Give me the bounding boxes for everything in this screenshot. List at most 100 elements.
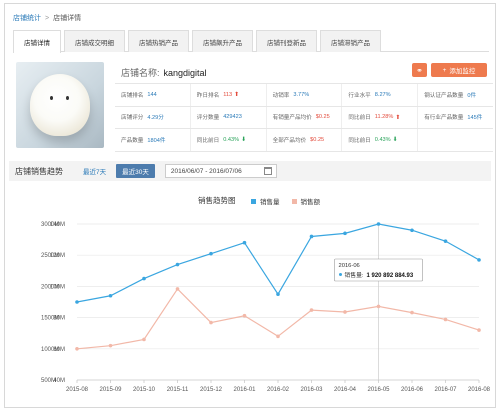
store-metrics-table: 店铺排名 144 昨日排名 113 ⬆ 动销率 3.77% 行业水平 8.27% 钢认证产品数量 0… <box>115 83 493 152</box>
tooltip-swatch <box>339 273 342 276</box>
metric-cell: 有销量产品均价 $0.25 <box>267 106 343 128</box>
x-tick-label: 2015-12 <box>200 387 223 393</box>
metric-cell: 店铺排名 144 <box>115 84 191 106</box>
point-quantity <box>108 293 113 298</box>
metric-label: 评分数量 <box>196 115 220 122</box>
calendar-icon[interactable] <box>263 167 272 175</box>
tab-new-listings[interactable]: 店铺刊登新品 <box>256 30 317 52</box>
point-quantity <box>276 292 280 296</box>
metric-value: $0.25 <box>310 136 325 143</box>
tab-store-transactions[interactable]: 店铺成交明细 <box>64 30 125 52</box>
metric-label: 店铺评分 <box>121 115 144 122</box>
x-tick-label: 2016-02 <box>267 387 290 393</box>
metric-label: 昨日排名 <box>196 92 220 99</box>
store-name: 店铺名称: kangdigital <box>121 66 207 79</box>
metric-label: 有销量产品均价 <box>272 115 312 122</box>
x-tick-label: 2016-03 <box>300 387 323 393</box>
window: 店铺统计 > 店铺详情 店铺详情 店铺成交明细 店铺热销产品 店铺飙升产品 店铺… <box>4 3 496 408</box>
series-line-amount <box>76 287 480 350</box>
x-tick-label: 2015-10 <box>133 387 156 393</box>
metric-cell: 产品数量 1804件 <box>115 129 191 151</box>
breadcrumb-root[interactable]: 店铺统计 <box>13 13 41 23</box>
metric-cell: 有行业产品数量 145件 <box>418 107 493 129</box>
metric-label: 同比前日 <box>348 115 371 122</box>
point-amount <box>108 343 113 348</box>
point-quantity <box>309 234 314 239</box>
metric-cell: 评分数量 429423 <box>191 106 267 128</box>
store-summary: 店铺名称: kangdigital ⚭ + 添加监控 店铺排名 144 昨日排名 113… <box>13 58 493 155</box>
point-amount <box>309 308 314 312</box>
point-quantity <box>242 240 247 245</box>
metric-value: 1804件 <box>147 137 166 144</box>
point-amount <box>242 313 247 318</box>
point-amount <box>410 310 414 315</box>
point-quantity <box>175 262 180 267</box>
metric-cell: 同比前日 0.43% ⬇ <box>191 129 267 151</box>
metric-cell: 同比前日 0.43% ⬇ <box>342 129 419 151</box>
tab-hot-products[interactable]: 店铺热销产品 <box>128 30 189 52</box>
metric-cell: 全部产品均价 $0.25 <box>267 129 343 151</box>
tab-bar: 店铺详情 店铺成交明细 店铺热销产品 店铺飙升产品 店铺刊登新品 店铺滞销产品 <box>13 30 489 53</box>
point-amount <box>209 320 213 325</box>
metric-label: 产品数量 <box>121 137 144 144</box>
plus-icon: + <box>442 66 447 74</box>
legend-item-quantity[interactable]: 销售量 <box>251 196 280 206</box>
x-tick-label: 2016-07 <box>434 387 457 393</box>
metric-value: 4.29分 <box>147 115 164 122</box>
store-avatar <box>16 62 104 148</box>
y-right-tick-label: 140M <box>50 222 65 228</box>
metric-value: 113 <box>223 91 233 98</box>
range-30-days-button[interactable]: 最近30天 <box>116 164 155 178</box>
metric-value: 8.27% <box>374 91 391 98</box>
tab-rising-products[interactable]: 店铺飙升产品 <box>192 30 253 52</box>
sales-trend-toolbar: 店铺销售趋势 最近7天 最近30天 2016/06/07 - 2016/07/0… <box>9 161 491 181</box>
point-amount <box>75 347 79 351</box>
store-name-value: kangdigital <box>163 68 207 78</box>
tooltip-label: 销售量: <box>345 271 364 279</box>
metrics-row: 产品数量 1804件 同比前日 0.43% ⬇ 全部产品均价 $0.25 同比前日 0.43% ⬇ <box>115 129 493 152</box>
metric-value: 0.43% <box>374 136 391 143</box>
legend-item-amount[interactable]: 销售额 <box>291 196 320 206</box>
tab-store-details[interactable]: 店铺详情 <box>13 30 61 53</box>
point-amount <box>142 337 146 342</box>
tooltip-value: 1 920 892 884.93 <box>367 273 414 279</box>
metric-label: 行业水平 <box>348 92 371 99</box>
legend-swatch-quantity <box>251 198 256 204</box>
point-amount <box>443 317 448 322</box>
y-right-tick-label: 60M <box>53 347 65 353</box>
metric-value: $0.25 <box>315 114 330 121</box>
metric-value: 144 <box>147 91 157 98</box>
add-monitor-button[interactable]: + 添加监控 <box>431 63 487 77</box>
metric-label: 店铺排名 <box>121 92 144 99</box>
metric-cell <box>418 129 493 151</box>
link-icon: ⚭ <box>416 65 423 75</box>
metric-label: 动销率 <box>272 92 290 99</box>
arrow-down-icon: ⬇ <box>241 137 247 144</box>
x-tick-label: 2015-11 <box>167 387 189 393</box>
lamp-eye-right <box>66 96 69 100</box>
x-tick-label: 2015-08 <box>66 387 89 393</box>
metric-label: 全部产品均价 <box>272 137 307 144</box>
metric-value: 3.77% <box>293 91 310 98</box>
point-amount <box>276 334 280 339</box>
point-quantity <box>343 231 347 236</box>
metric-cell: 动销率 3.77% <box>267 84 343 106</box>
tooltip-date: 2016-06 <box>339 263 360 269</box>
legend-label-quantity: 销售量 <box>260 199 280 206</box>
sales-trend-title: 店铺销售趋势 <box>15 166 63 176</box>
breadcrumb: 店铺统计 > 店铺详情 <box>13 11 81 25</box>
date-range-picker[interactable]: 2016/06/07 - 2016/07/06 <box>164 164 277 178</box>
metric-label: 有行业产品数量 <box>424 115 464 122</box>
metric-label: 钢认证产品数量 <box>424 92 464 99</box>
link-button[interactable]: ⚭ <box>412 63 427 77</box>
tab-slow-products[interactable]: 店铺滞销产品 <box>320 30 381 52</box>
x-tick-label: 2016-04 <box>334 387 357 393</box>
x-tick-label: 2016-01 <box>233 387 256 393</box>
metric-cell: 同比前日 11.28% ⬆ <box>342 106 419 128</box>
range-7-days-button[interactable]: 最近7天 <box>83 166 106 176</box>
arrow-down-icon: ⬇ <box>392 137 398 144</box>
metric-value: 0件 <box>467 92 477 99</box>
chart-legend: 销售量 销售额 <box>251 196 320 206</box>
metric-cell: 昨日排名 113 ⬆ <box>191 84 267 106</box>
point-amount <box>175 287 180 291</box>
